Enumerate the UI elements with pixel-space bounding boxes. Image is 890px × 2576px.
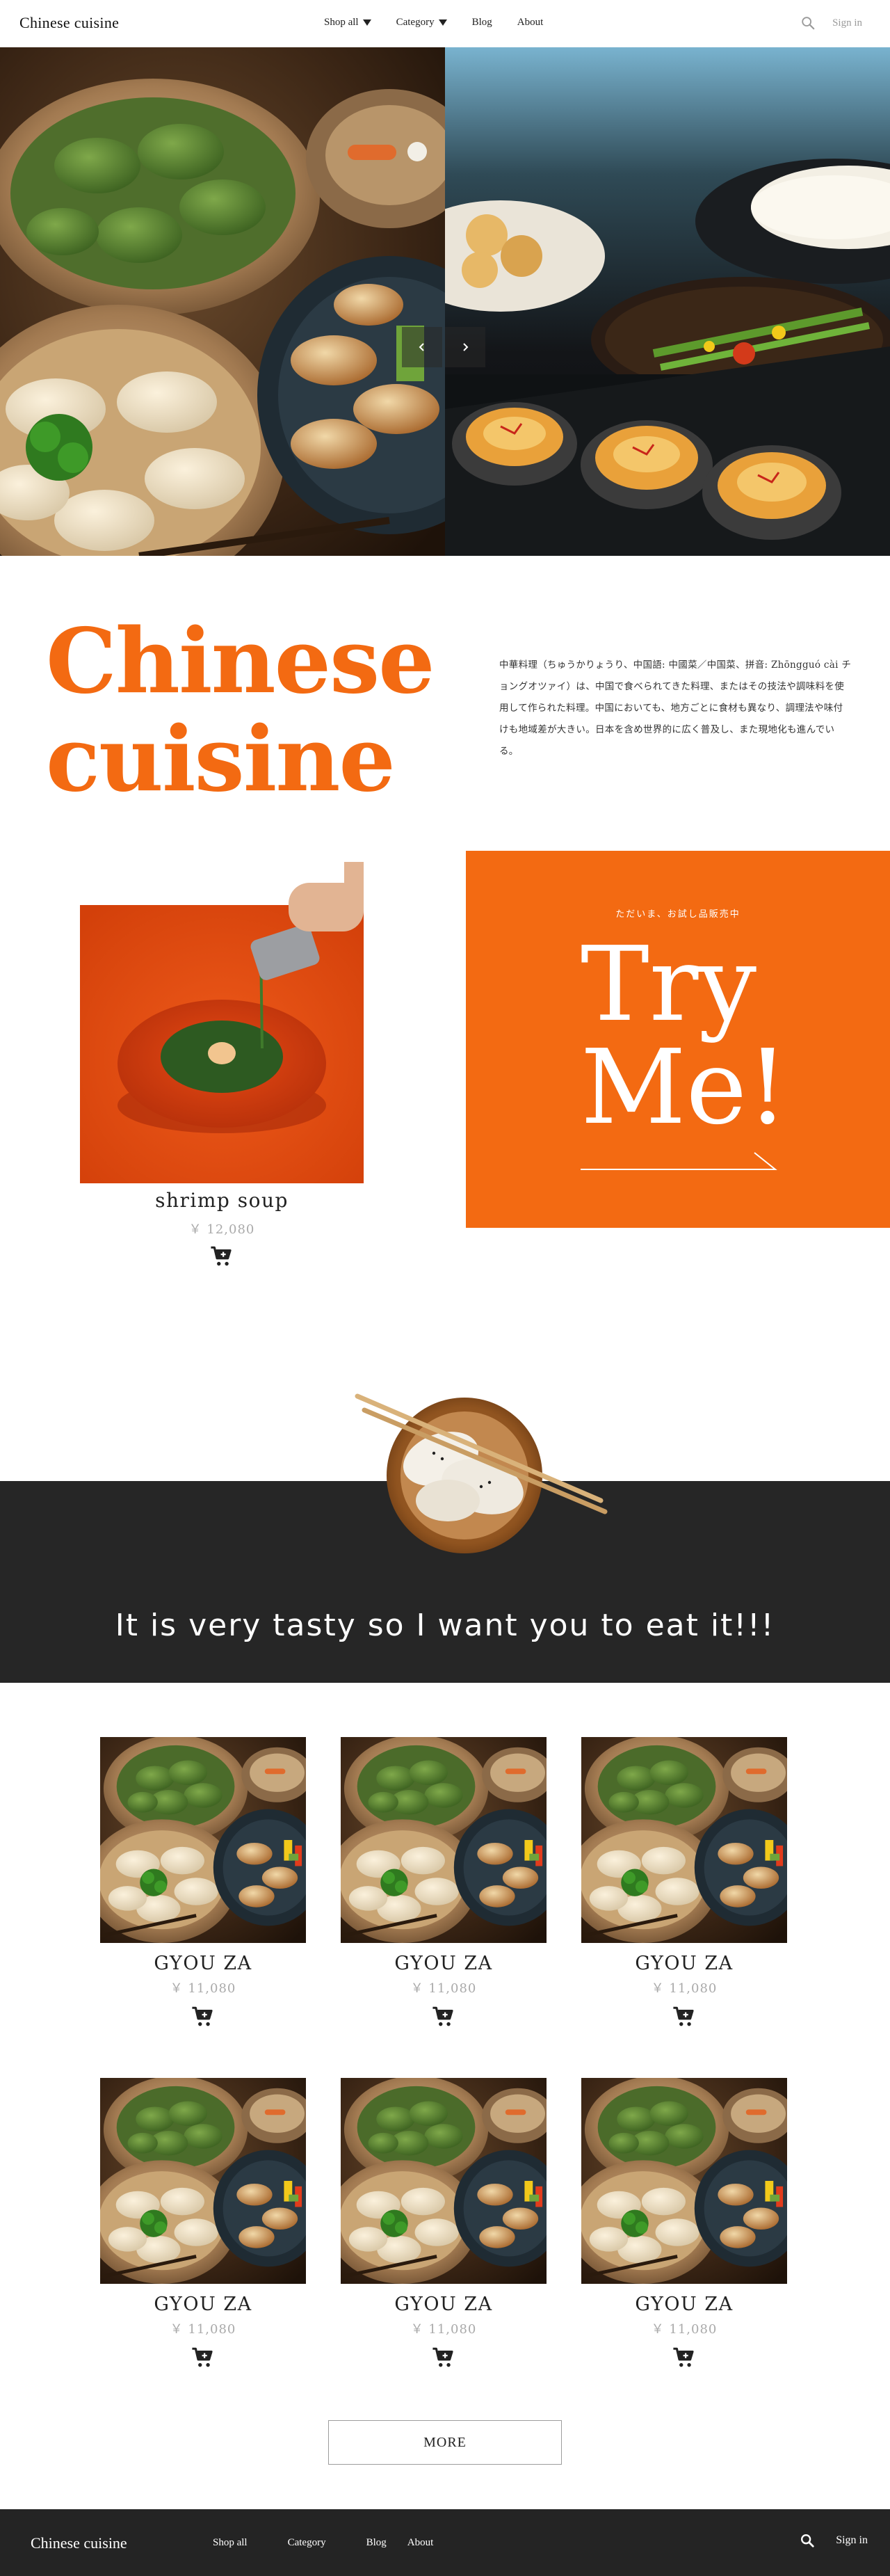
- chevron-left-icon: [419, 343, 424, 351]
- product-card[interactable]: GYOU ZA ￥ 11,080: [341, 1737, 547, 2029]
- product-name[interactable]: GYOU ZA: [341, 1953, 547, 1974]
- add-to-cart-icon[interactable]: [432, 2005, 455, 2029]
- site-logo[interactable]: Chinese cuisine: [19, 14, 119, 32]
- intro-section: Chinese cuisine 中華料理（ちゅうかりょうり、中国語: 中國菜／中…: [0, 556, 890, 862]
- footer-signin-link[interactable]: Sign in: [836, 2534, 868, 2547]
- product-name[interactable]: GYOU ZA: [341, 2294, 547, 2315]
- product-name[interactable]: GYOU ZA: [100, 2294, 306, 2315]
- add-to-cart-icon[interactable]: [210, 1245, 234, 1268]
- add-to-cart-icon[interactable]: [672, 2346, 696, 2369]
- try-me-line1: Try: [581, 925, 757, 1044]
- product-price: ￥ 11,080: [410, 1981, 477, 1996]
- banner-tagline: It is very tasty so I want you to eat it…: [115, 1608, 775, 1643]
- nav-category-label: Category: [396, 17, 435, 28]
- site-footer: Chinese cuisine Shop all Category Blog A…: [0, 2509, 890, 2576]
- shrimp-soup-image[interactable]: [80, 862, 364, 1183]
- hero-carousel: [0, 47, 890, 556]
- try-me-promo[interactable]: ただいま、お試し品販売中 Try Me!: [466, 851, 890, 1228]
- product-image[interactable]: [341, 1737, 547, 1943]
- product-image[interactable]: [100, 2078, 306, 2284]
- signin-link[interactable]: Sign in: [832, 17, 862, 29]
- chevron-right-icon: [463, 343, 469, 351]
- search-icon[interactable]: [800, 15, 816, 31]
- product-price: ￥ 11,080: [170, 2322, 236, 2337]
- product-card[interactable]: GYOU ZA ￥ 11,080: [100, 2078, 306, 2369]
- nav-about-label: About: [517, 17, 544, 28]
- add-to-cart-icon[interactable]: [432, 2346, 455, 2369]
- try-me-line2: Me!: [581, 1027, 788, 1147]
- more-button[interactable]: MORE: [328, 2420, 562, 2465]
- product-price: ￥ 11,080: [651, 2322, 718, 2337]
- product-image[interactable]: [341, 2078, 547, 2284]
- nav-shop-all-label: Shop all: [324, 17, 359, 28]
- product-card[interactable]: GYOU ZA ￥ 11,080: [581, 1737, 787, 2029]
- hero-image-seafood: [445, 47, 890, 556]
- add-to-cart-icon[interactable]: [672, 2005, 696, 2029]
- try-me-title: Try Me!: [581, 933, 788, 1139]
- product-card[interactable]: GYOU ZA ￥ 11,080: [581, 2078, 787, 2369]
- product-image[interactable]: [100, 1737, 306, 1943]
- product-name[interactable]: GYOU ZA: [581, 1953, 787, 1974]
- header-actions: Sign in: [800, 15, 862, 31]
- carousel-prev-button[interactable]: [402, 327, 442, 367]
- intro-title: Chinese cuisine: [46, 609, 435, 812]
- dumpling-bowl-image: [355, 1393, 608, 1553]
- product-image[interactable]: [581, 2078, 787, 2284]
- product-card[interactable]: GYOU ZA ￥ 11,080: [100, 1737, 306, 2029]
- tagline-banner: It is very tasty so I want you to eat it…: [0, 1342, 890, 1683]
- nav-blog-label: Blog: [471, 17, 492, 28]
- product-image[interactable]: [581, 1737, 787, 1943]
- add-to-cart-icon[interactable]: [191, 2346, 215, 2369]
- feature-product-price: ￥ 12,080: [188, 1222, 255, 1237]
- main-nav: Shop all Category Blog About: [324, 17, 568, 29]
- product-name[interactable]: GYOU ZA: [100, 1953, 306, 1974]
- footer-actions: Sign in: [800, 2533, 868, 2548]
- feature-product-name[interactable]: shrimp soup: [80, 1189, 364, 1212]
- add-to-cart-icon[interactable]: [191, 2005, 215, 2029]
- seafood-photo: [445, 47, 890, 556]
- nav-blog[interactable]: Blog: [472, 17, 492, 29]
- footer-nav-blog[interactable]: Blog: [366, 2537, 387, 2549]
- feature-section: shrimp soup ￥ 12,080 ただいま、お試し品販売中 Try Me…: [0, 851, 890, 1342]
- product-grid-items: GYOU ZA ￥ 11,080 GYOU ZA ￥ 11,080 GYOU Z…: [0, 1683, 890, 2420]
- nav-category[interactable]: Category: [396, 17, 447, 29]
- product-grid: GYOU ZA ￥ 11,080 GYOU ZA ￥ 11,080 GYOU Z…: [0, 1683, 890, 2509]
- intro-title-line2: cuisine: [46, 707, 396, 812]
- footer-nav-shop-all[interactable]: Shop all: [213, 2537, 248, 2549]
- footer-nav: Shop all Category Blog About: [213, 2537, 433, 2549]
- nav-shop-all[interactable]: Shop all: [324, 17, 371, 29]
- caret-down-icon: [438, 19, 447, 26]
- search-icon[interactable]: [800, 2533, 815, 2548]
- product-name[interactable]: GYOU ZA: [581, 2294, 787, 2315]
- footer-logo[interactable]: Chinese cuisine: [31, 2534, 127, 2552]
- intro-title-line1: Chinese: [46, 609, 435, 714]
- footer-nav-category[interactable]: Category: [288, 2537, 326, 2549]
- product-card[interactable]: GYOU ZA ￥ 11,080: [341, 2078, 547, 2369]
- dumplings-photo: [0, 47, 445, 556]
- carousel-next-button[interactable]: [445, 327, 485, 367]
- site-header: Chinese cuisine Shop all Category Blog A…: [0, 0, 890, 47]
- product-price: ￥ 11,080: [651, 1981, 718, 1996]
- try-me-subtitle: ただいま、お試し品販売中: [615, 909, 741, 920]
- nav-about[interactable]: About: [517, 17, 544, 29]
- product-price: ￥ 11,080: [410, 2322, 477, 2337]
- product-price: ￥ 11,080: [170, 1981, 236, 1996]
- intro-description: 中華料理（ちゅうかりょうり、中国語: 中國菜／中国菜、拼音: Zhōngguó …: [499, 659, 852, 758]
- footer-nav-about[interactable]: About: [407, 2537, 434, 2549]
- caret-down-icon: [362, 19, 371, 26]
- hero-image-dumplings: [0, 47, 445, 556]
- long-arrow-right-icon: [581, 1152, 777, 1170]
